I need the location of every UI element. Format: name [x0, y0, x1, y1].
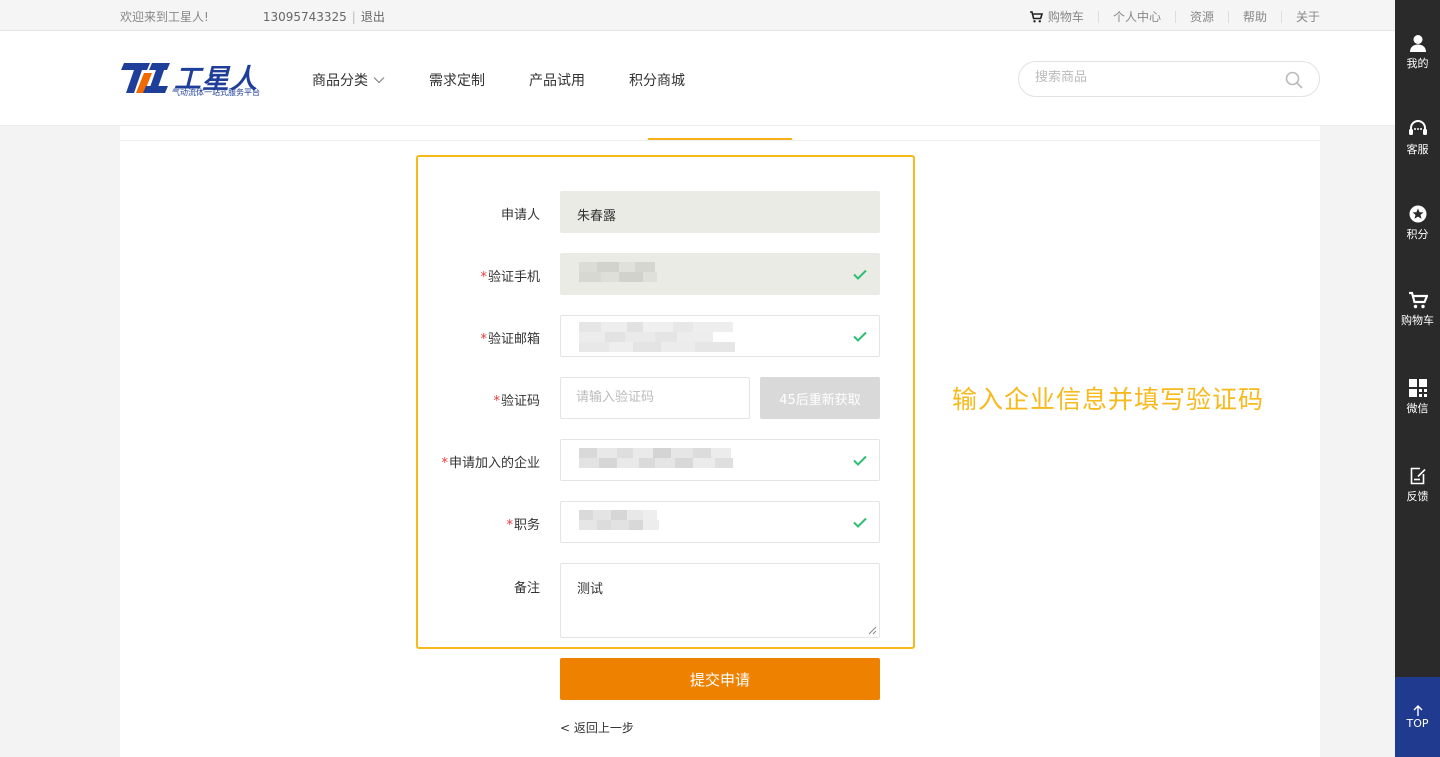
sidebar-item-wechat[interactable]: 微信 — [1395, 379, 1440, 416]
search-input[interactable] — [1035, 70, 1275, 85]
active-tab-indicator — [648, 138, 792, 140]
tab-divider — [120, 140, 1320, 141]
user-phone: 13095743325 — [262, 9, 347, 24]
company-label: *申请加入的企业 — [441, 456, 540, 471]
position-label: *职务 — [506, 518, 540, 533]
remark-value: 测试 — [577, 582, 604, 597]
qr-code-icon — [1408, 379, 1427, 397]
chevron-down-icon — [373, 77, 385, 84]
code-input[interactable] — [576, 390, 736, 405]
submit-application-button[interactable]: 提交申请 — [560, 658, 880, 700]
nav-custom-demand[interactable]: 需求定制 — [429, 70, 485, 90]
annotation-text: 输入企业信息并填写验证码 — [952, 385, 1265, 414]
search-icon[interactable] — [1285, 71, 1303, 89]
check-icon — [853, 331, 867, 342]
blurred-email — [579, 322, 733, 332]
search-box — [1018, 61, 1320, 97]
main-nav: 商品分类 需求定制 产品试用 积分商城 — [312, 70, 729, 90]
check-icon — [853, 455, 867, 466]
personal-center-link[interactable]: 个人中心 — [1113, 8, 1161, 25]
sidebar-item-mine[interactable]: 我的 — [1395, 34, 1440, 71]
sidebar-item-points[interactable]: 积分 — [1395, 205, 1440, 242]
applicant-field: 朱春露 — [560, 191, 880, 233]
blurred-position — [579, 510, 657, 520]
phone-field[interactable] — [560, 253, 880, 295]
code-label: *验证码 — [493, 394, 540, 409]
welcome-text: 欢迎来到工星人! — [120, 10, 209, 24]
points-star-icon — [1409, 205, 1426, 223]
logo-mark-icon — [121, 63, 170, 93]
arrow-up-icon — [1413, 704, 1422, 716]
nav-points-mall[interactable]: 积分商城 — [629, 70, 685, 90]
check-icon — [853, 517, 867, 528]
remark-label: 备注 — [513, 581, 540, 596]
logout-link[interactable]: 退出 — [361, 8, 385, 25]
applicant-label: 申请人 — [500, 208, 540, 223]
position-field[interactable] — [560, 501, 880, 543]
resources-link[interactable]: 资源 — [1190, 8, 1214, 25]
top-utility-bar: 欢迎来到工星人! 13095743325 | 退出 购物车 个人中心 资源 帮助… — [0, 0, 1395, 31]
user-icon — [1409, 35, 1426, 52]
email-field[interactable] — [560, 315, 880, 357]
resize-grip-icon[interactable] — [868, 626, 877, 635]
headset-icon — [1408, 120, 1427, 135]
top-cart-link[interactable]: 购物车 — [1029, 8, 1084, 25]
cart-icon — [1408, 291, 1428, 309]
about-link[interactable]: 关于 — [1296, 8, 1320, 25]
help-link[interactable]: 帮助 — [1243, 8, 1267, 25]
feedback-edit-icon — [1410, 467, 1426, 485]
site-logo[interactable]: 工星人 气动流体一站式服务平台 — [120, 59, 272, 99]
blurred-phone — [579, 262, 655, 272]
resend-code-button[interactable]: 45后重新获取 — [760, 377, 880, 419]
separator: | — [351, 9, 356, 24]
company-field[interactable] — [560, 439, 880, 481]
sidebar-item-feedback[interactable]: 反馈 — [1395, 467, 1440, 504]
blurred-company — [579, 448, 731, 458]
back-to-top-button[interactable]: TOP — [1395, 677, 1440, 757]
nav-product-trial[interactable]: 产品试用 — [529, 70, 585, 90]
phone-label: *验证手机 — [480, 270, 540, 285]
nav-product-category[interactable]: 商品分类 — [312, 70, 385, 90]
sidebar-item-cart[interactable]: 购物车 — [1395, 291, 1440, 328]
site-header: 工星人 气动流体一站式服务平台 商品分类 需求定制 产品试用 积分商城 — [0, 31, 1395, 126]
cart-icon — [1029, 10, 1043, 22]
remark-textarea[interactable]: 测试 — [560, 563, 880, 638]
sidebar-item-service[interactable]: 客服 — [1395, 120, 1440, 157]
right-sidebar: 我的 客服 积分 购物车 微信 反馈 TOP — [1395, 0, 1440, 757]
email-label: *验证邮箱 — [480, 332, 540, 347]
code-field — [560, 377, 750, 419]
applicant-value: 朱春露 — [577, 209, 617, 224]
back-link[interactable]: < 返回上一步 — [560, 719, 634, 736]
logo-slogan: 气动流体一站式服务平台 — [172, 88, 260, 97]
check-icon — [853, 269, 867, 280]
